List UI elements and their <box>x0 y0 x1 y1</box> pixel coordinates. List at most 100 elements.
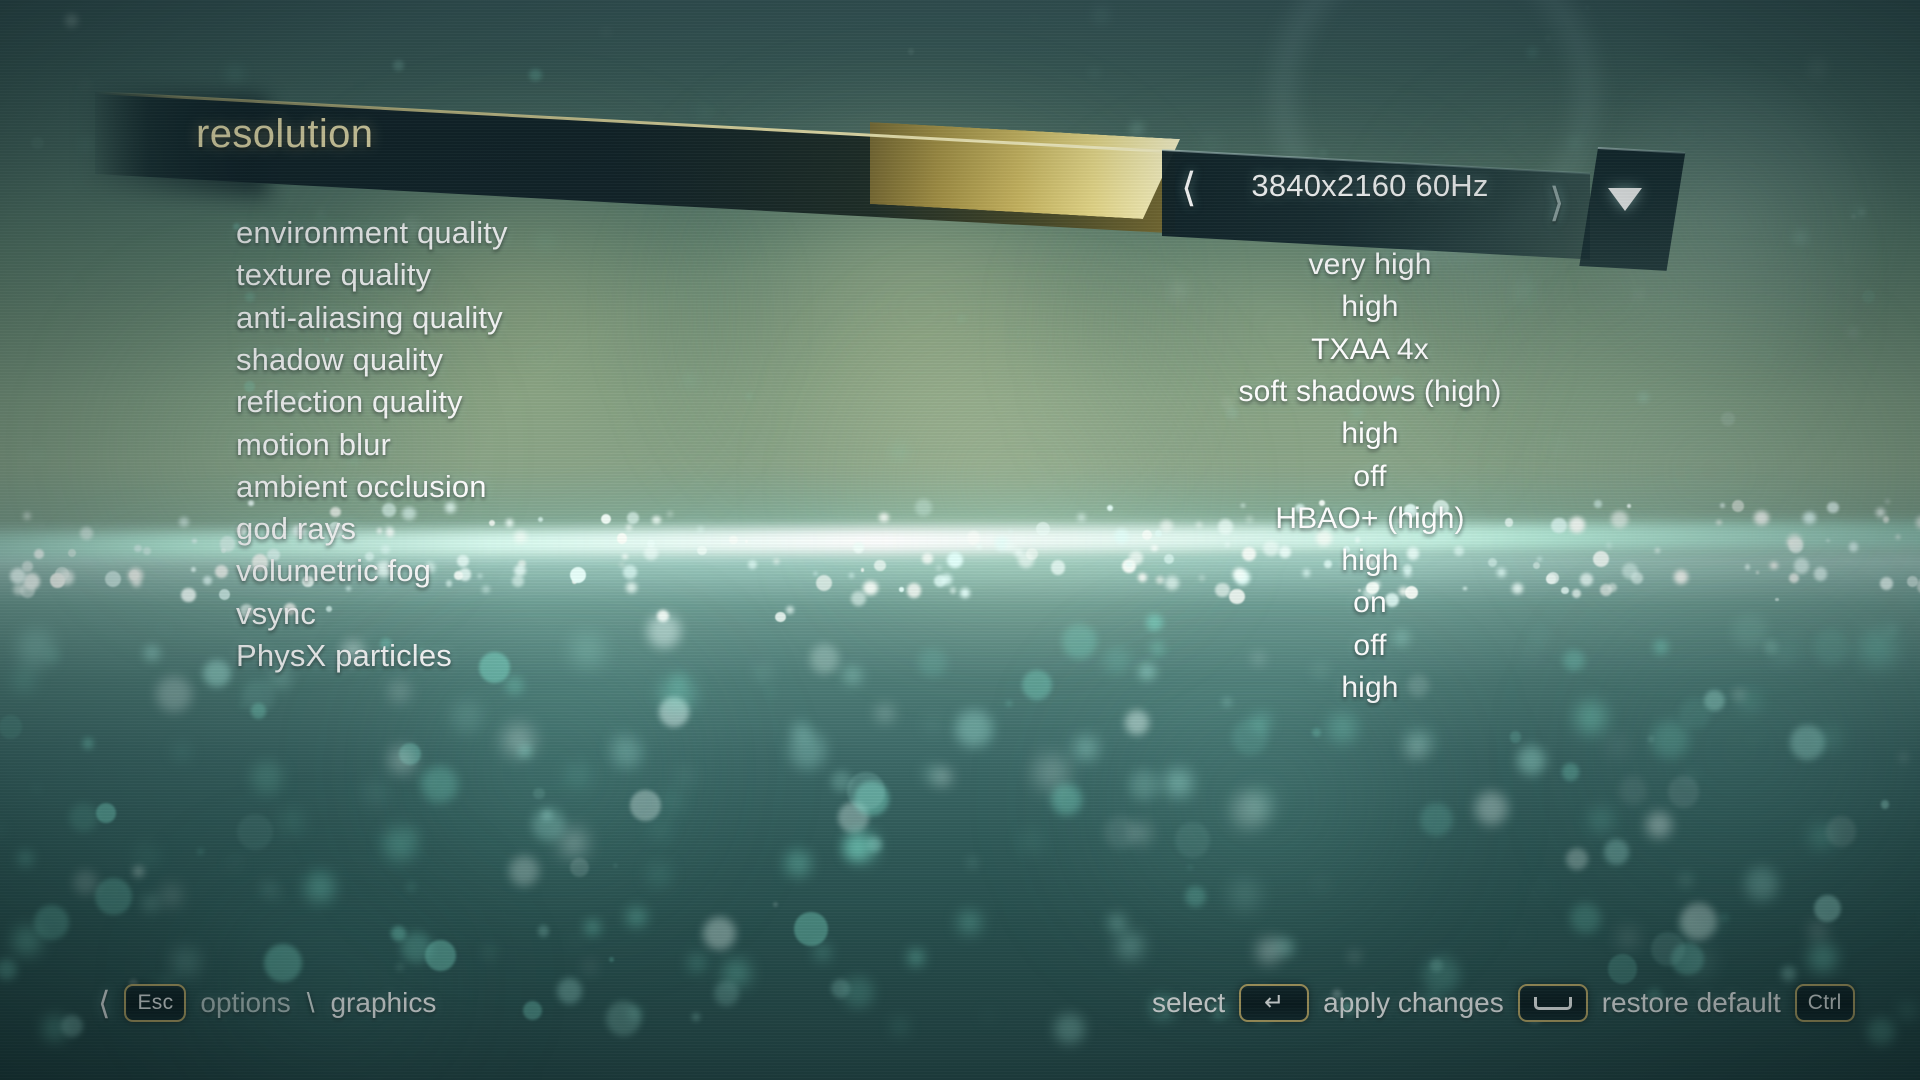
bokeh-particle <box>396 963 403 970</box>
bokeh-particle <box>892 445 907 459</box>
bokeh-particle <box>1090 68 1099 77</box>
key-badge-enter[interactable]: ↵ <box>1239 984 1310 1022</box>
bokeh-particle <box>1813 628 1850 665</box>
bokeh-particle <box>1154 529 1162 537</box>
setting-value[interactable]: on <box>1210 586 1530 620</box>
bokeh-particle <box>1606 735 1627 757</box>
bokeh-particle <box>203 659 231 688</box>
bokeh-particle <box>504 675 524 696</box>
bokeh-particle <box>1827 501 1839 513</box>
bokeh-particle <box>1668 776 1700 808</box>
bokeh-particle <box>250 761 284 794</box>
bokeh-particle <box>652 469 659 476</box>
bokeh-particle <box>568 765 588 786</box>
setting-label: reflection quality <box>236 384 463 420</box>
setting-value[interactable]: high <box>1210 671 1530 705</box>
setting-value[interactable]: TXAA 4x <box>1210 333 1530 367</box>
setting-value[interactable]: off <box>1210 629 1530 663</box>
bokeh-particle <box>876 704 894 723</box>
chevron-right-icon[interactable]: ⟩ <box>1549 183 1565 223</box>
bokeh-particle <box>163 888 180 904</box>
bokeh-particle <box>848 572 855 578</box>
setting-value[interactable]: soft shadows (high) <box>1210 375 1530 409</box>
breadcrumb[interactable]: ⟨ Esc options \ graphics <box>98 984 436 1022</box>
bokeh-particle <box>665 795 678 808</box>
bokeh-particle <box>570 857 590 877</box>
breadcrumb-parent[interactable]: options <box>200 987 290 1019</box>
setting-value[interactable]: high <box>1210 544 1530 578</box>
bokeh-particle <box>917 647 947 677</box>
setting-value[interactable]: high <box>1210 417 1530 451</box>
triangle-down-icon[interactable] <box>1608 188 1642 211</box>
bokeh-particle <box>173 742 191 761</box>
bokeh-particle <box>1026 547 1038 560</box>
bokeh-particle <box>1074 736 1099 761</box>
setting-value[interactable]: off <box>1210 460 1530 494</box>
bokeh-particle <box>1230 792 1268 830</box>
bokeh-particle <box>481 944 497 960</box>
bokeh-particle <box>677 769 692 784</box>
bokeh-particle <box>489 519 496 526</box>
chevron-left-icon[interactable]: ⟨ <box>1181 168 1197 208</box>
bokeh-particle <box>874 559 886 571</box>
bokeh-particle <box>391 925 407 941</box>
bokeh-particle <box>537 924 550 937</box>
setting-label: volumetric fog <box>236 553 432 589</box>
bokeh-particle <box>1563 649 1585 671</box>
bokeh-particle <box>512 575 524 587</box>
bokeh-particle <box>1883 516 1890 523</box>
key-badge-space[interactable] <box>1517 984 1588 1022</box>
bokeh-particle <box>559 828 588 857</box>
bokeh-particle <box>143 546 152 555</box>
bokeh-particle <box>82 738 94 749</box>
bokeh-particle <box>1808 920 1829 941</box>
bokeh-particle <box>159 624 169 634</box>
key-badge-ctrl[interactable]: Ctrl <box>1794 984 1855 1022</box>
bokeh-particle <box>1744 563 1751 570</box>
setting-value[interactable]: high <box>1210 290 1530 324</box>
bokeh-particle <box>1678 696 1712 729</box>
bokeh-particle <box>532 787 545 800</box>
bokeh-particle <box>1885 499 1890 505</box>
bokeh-particle <box>809 644 840 674</box>
bokeh-particle <box>863 580 878 595</box>
bokeh-particle <box>385 528 395 537</box>
setting-row[interactable]: PhysX particles high <box>0 0 1920 704</box>
bokeh-particle <box>479 651 511 683</box>
bokeh-particle <box>1062 624 1097 660</box>
bokeh-particle <box>1775 597 1779 602</box>
chevron-left-icon[interactable]: ⟨ <box>98 987 110 1019</box>
bokeh-particle <box>784 850 812 877</box>
bokeh-particle <box>697 546 707 556</box>
setting-value[interactable]: HBAO+ (high) <box>1210 502 1530 536</box>
resolution-value[interactable]: 3840x2160 60Hz <box>1210 168 1530 204</box>
bokeh-particle <box>1732 688 1746 702</box>
bokeh-particle <box>1621 562 1638 579</box>
bokeh-particle <box>1349 951 1360 962</box>
bokeh-particle <box>1561 586 1569 595</box>
bokeh-particle <box>281 811 303 832</box>
setting-label: texture quality <box>236 257 432 293</box>
bokeh-particle <box>976 544 982 550</box>
setting-value[interactable]: very high <box>1210 248 1530 282</box>
bokeh-particle <box>949 587 957 594</box>
bokeh-particle <box>1875 507 1886 517</box>
bokeh-particle <box>1594 500 1602 508</box>
bokeh-particle <box>133 865 144 877</box>
bokeh-particle <box>243 679 266 702</box>
bokeh-particle <box>16 849 35 868</box>
setting-label: shadow quality <box>236 341 444 377</box>
bokeh-particle <box>1174 822 1211 858</box>
bokeh-particle <box>382 827 417 862</box>
setting-label: god rays <box>236 511 357 547</box>
bokeh-particle <box>1126 561 1132 568</box>
key-badge-esc[interactable]: Esc <box>124 984 187 1022</box>
bokeh-particle <box>34 548 45 559</box>
bokeh-particle <box>1536 884 1543 891</box>
bokeh-particle <box>181 587 196 602</box>
bokeh-particle <box>1648 735 1654 742</box>
bokeh-particle <box>644 546 658 560</box>
bokeh-particle <box>1859 628 1898 667</box>
apply-changes-label: apply changes <box>1323 987 1504 1018</box>
bokeh-particle <box>1129 822 1153 845</box>
